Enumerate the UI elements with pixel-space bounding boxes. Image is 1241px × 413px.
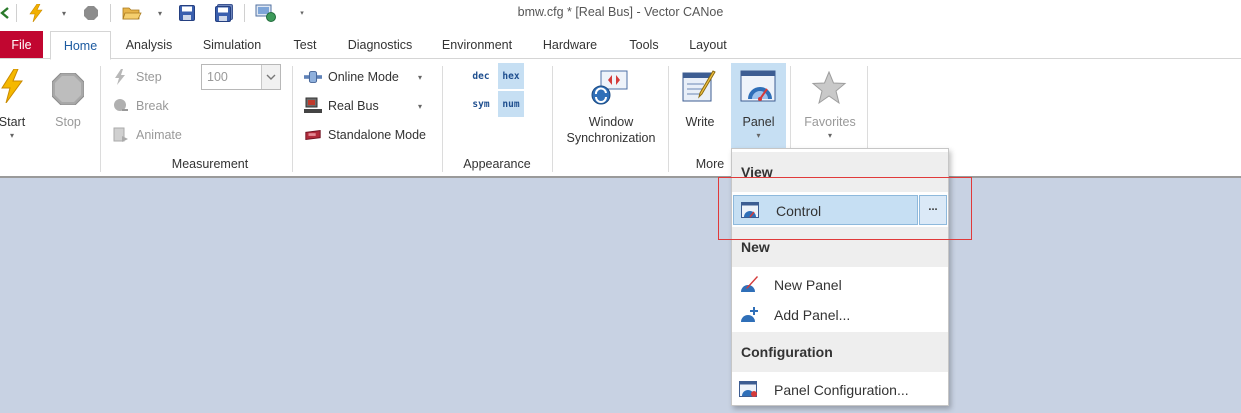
window-synchronization-button[interactable]: Window Synchronization [562, 63, 660, 151]
tab-home[interactable]: Home [50, 31, 111, 60]
tab-file[interactable]: File [0, 31, 43, 59]
group-separator [552, 66, 553, 172]
stop-label: Stop [55, 115, 81, 129]
menu-header-new: New [732, 227, 948, 267]
tab-test[interactable]: Test [283, 31, 327, 59]
window-sync-label-line2: Synchronization [566, 131, 656, 145]
write-label: Write [685, 115, 715, 129]
tab-analysis[interactable]: Analysis [118, 31, 180, 59]
group-separator [668, 66, 669, 172]
real-bus-button[interactable]: Real Bus ▾ [304, 95, 422, 117]
window-sync-icon [591, 69, 629, 108]
chevron-down-icon: ▾ [756, 131, 761, 140]
start-label: Start [0, 115, 26, 129]
step-button[interactable]: Step [112, 66, 162, 88]
group-label-measurement: Measurement [171, 157, 249, 171]
tab-diagnostics[interactable]: Diagnostics [340, 31, 420, 59]
add-panel-icon [739, 306, 759, 324]
favorites-label: Favorites [804, 115, 856, 129]
panel-label: Panel [742, 115, 775, 129]
format-num-button[interactable]: num [498, 91, 524, 117]
animate-button[interactable]: Animate [112, 124, 182, 146]
chevron-down-icon[interactable] [261, 65, 280, 89]
break-button[interactable]: Break [112, 95, 169, 117]
panel-dropdown-menu: View Control ... New New Panel Add Panel… [731, 148, 949, 406]
write-icon [682, 69, 718, 108]
new-panel-icon [739, 276, 759, 294]
format-sym-button[interactable]: sym [468, 91, 494, 117]
menu-item-control[interactable]: Control [733, 195, 918, 225]
online-mode-icon [304, 68, 322, 86]
favorites-button[interactable]: Favorites ▾ [796, 63, 864, 151]
write-button[interactable]: Write [677, 63, 723, 151]
stop-button[interactable]: Stop [47, 63, 89, 151]
animation-speed-combo[interactable]: 100 [201, 64, 281, 90]
online-mode-label: Online Mode [328, 70, 399, 84]
menu-header-configuration: Configuration [732, 332, 948, 372]
animate-icon [112, 126, 130, 144]
break-label: Break [136, 99, 169, 113]
online-mode-button[interactable]: Online Mode ▾ [304, 66, 422, 88]
start-button[interactable]: Start ▾ [0, 63, 32, 151]
group-label-appearance: Appearance [463, 157, 531, 171]
break-icon [112, 97, 130, 115]
ribbon-home: Start ▾ Stop Step Break Animate 100 Onli… [0, 59, 1241, 177]
tab-simulation[interactable]: Simulation [194, 31, 270, 59]
panel-configuration-label: Panel Configuration... [774, 382, 909, 398]
chevron-down-icon: ▾ [418, 101, 423, 111]
control-more-button[interactable]: ... [919, 195, 947, 225]
tab-environment[interactable]: Environment [433, 31, 521, 59]
menu-item-new-panel[interactable]: New Panel [732, 270, 948, 300]
ribbon-tabs: File Home Analysis Simulation Test Diagn… [0, 31, 1241, 60]
panel-icon [740, 69, 778, 108]
real-bus-icon [304, 97, 322, 115]
tab-tools[interactable]: Tools [619, 31, 669, 59]
menu-header-view: View [732, 152, 948, 192]
window-title: bmw.cfg * [Real Bus] - Vector CANoe [517, 5, 724, 19]
tab-layout[interactable]: Layout [682, 31, 734, 59]
window-sync-label-line1: Window [588, 115, 634, 129]
panel-button[interactable]: Panel ▾ [731, 63, 786, 151]
title-bar: ▾ ▾ ▾ bmw.cfg * [Real Bus] - Vector CANo… [0, 0, 1241, 26]
step-icon [112, 68, 130, 86]
tab-hardware[interactable]: Hardware [534, 31, 606, 59]
workspace-area[interactable] [0, 178, 1241, 413]
menu-item-panel-configuration[interactable]: Panel Configuration... [732, 375, 948, 405]
stop-icon [51, 72, 85, 108]
standalone-mode-label: Standalone Mode [328, 128, 426, 142]
chevron-down-icon: ▾ [827, 131, 832, 140]
chevron-down-icon: ▾ [418, 72, 423, 82]
menu-item-add-panel[interactable]: Add Panel... [732, 300, 948, 330]
new-panel-label: New Panel [774, 277, 842, 293]
lightning-icon [0, 68, 24, 106]
panel-configuration-icon [739, 381, 759, 399]
standalone-mode-icon [304, 126, 322, 144]
star-icon [811, 70, 847, 108]
format-hex-button[interactable]: hex [498, 63, 524, 89]
animate-label: Animate [136, 128, 182, 142]
chevron-down-icon: ▾ [9, 131, 14, 140]
panel-control-icon [741, 202, 761, 220]
control-label: Control [776, 203, 822, 219]
add-panel-label: Add Panel... [774, 307, 851, 323]
animation-speed-value: 100 [207, 70, 228, 84]
format-dec-button[interactable]: dec [468, 63, 494, 89]
standalone-mode-button[interactable]: Standalone Mode [304, 124, 426, 146]
step-label: Step [136, 70, 162, 84]
real-bus-label: Real Bus [328, 99, 379, 113]
